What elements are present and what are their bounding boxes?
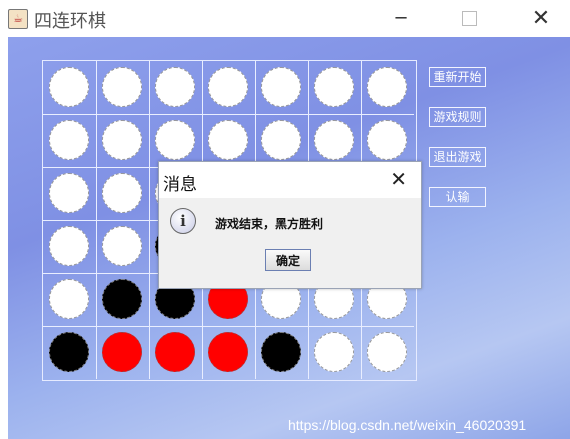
white-disc[interactable]	[49, 120, 89, 160]
white-disc[interactable]	[49, 279, 89, 319]
grid-line	[43, 114, 414, 115]
black-disc[interactable]	[102, 279, 142, 319]
grid-line	[43, 326, 414, 327]
white-disc[interactable]	[261, 67, 301, 107]
rules-button[interactable]: 游戏规则	[429, 107, 486, 127]
red-disc[interactable]	[155, 332, 195, 372]
white-disc[interactable]	[102, 173, 142, 213]
white-disc[interactable]	[208, 67, 248, 107]
window-title: 四连环棋	[34, 11, 106, 32]
close-icon[interactable]: ✕	[518, 2, 564, 34]
white-disc[interactable]	[49, 226, 89, 266]
ok-button[interactable]: 确定	[265, 249, 311, 271]
white-disc[interactable]	[102, 226, 142, 266]
white-disc[interactable]	[155, 120, 195, 160]
white-disc[interactable]	[261, 120, 301, 160]
message-dialog: 消息 ✕ i 游戏结束，黑方胜利 确定	[158, 161, 422, 289]
minimize-icon[interactable]: ─	[378, 2, 424, 34]
white-disc[interactable]	[314, 332, 354, 372]
exit-button[interactable]: 退出游戏	[429, 147, 486, 167]
dialog-titlebar: 消息 ✕	[159, 162, 421, 198]
white-disc[interactable]	[367, 67, 407, 107]
dialog-close-icon[interactable]: ✕	[390, 167, 407, 191]
white-disc[interactable]	[49, 173, 89, 213]
dialog-title: 消息	[163, 175, 197, 195]
white-disc[interactable]	[155, 67, 195, 107]
black-disc[interactable]	[261, 332, 301, 372]
red-disc[interactable]	[208, 332, 248, 372]
white-disc[interactable]	[314, 120, 354, 160]
white-disc[interactable]	[102, 67, 142, 107]
white-disc[interactable]	[314, 67, 354, 107]
restart-button[interactable]: 重新开始	[429, 67, 486, 87]
white-disc[interactable]	[367, 332, 407, 372]
white-disc[interactable]	[208, 120, 248, 160]
white-disc[interactable]	[102, 120, 142, 160]
window-titlebar: ☕ 四连环棋 ─ ✕	[0, 0, 570, 36]
red-disc[interactable]	[102, 332, 142, 372]
black-disc[interactable]	[49, 332, 89, 372]
dialog-message: 游戏结束，黑方胜利	[215, 217, 324, 231]
white-disc[interactable]	[49, 67, 89, 107]
maximize-icon[interactable]	[446, 2, 492, 34]
info-icon: i	[170, 208, 196, 234]
watermark: https://blog.csdn.net/weixin_46020391	[288, 417, 527, 433]
white-disc[interactable]	[367, 120, 407, 160]
surrender-button[interactable]: 认输	[429, 187, 486, 207]
java-app-icon: ☕	[8, 9, 28, 29]
